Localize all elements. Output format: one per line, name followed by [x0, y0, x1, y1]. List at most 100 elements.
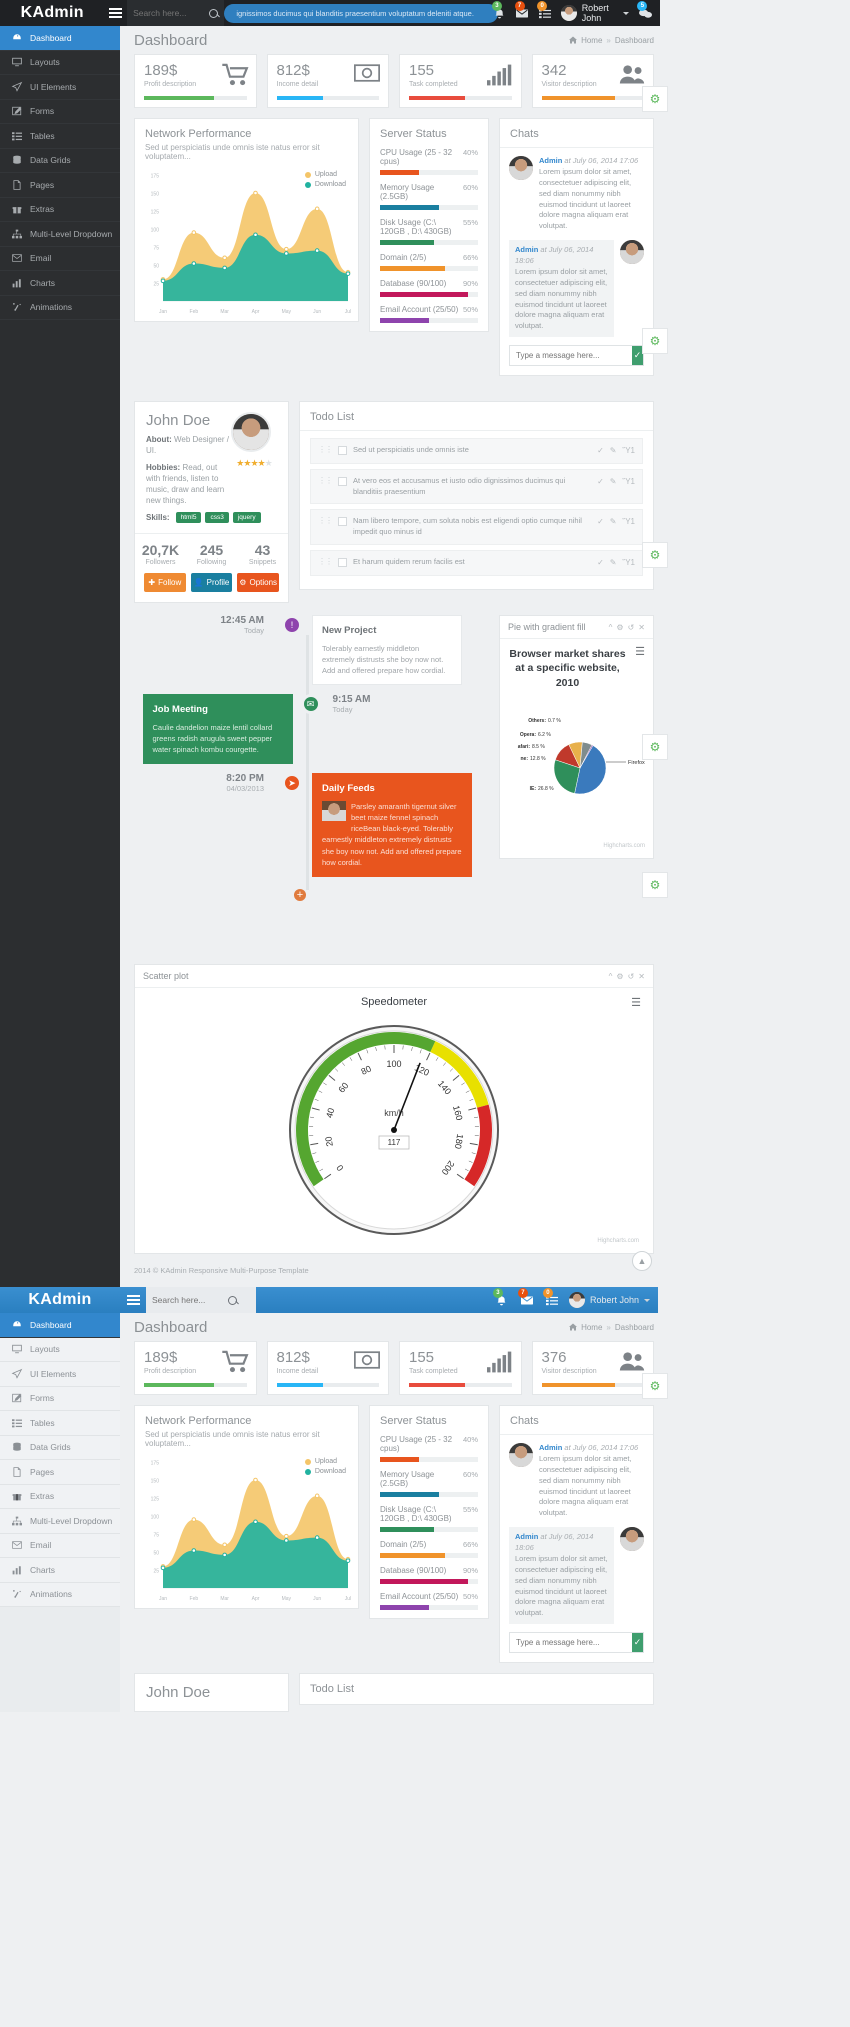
sidebar-item-tables[interactable]: Tables [0, 1411, 120, 1436]
edit-icon[interactable]: ✎ [610, 445, 617, 457]
stat-card[interactable]: 342 Visitor description [531, 54, 654, 108]
check-icon[interactable]: ✓ [597, 557, 604, 569]
trash-icon[interactable]: Ὕ1 [622, 445, 635, 457]
sidebar-item-dashboard[interactable]: Dashboard [0, 1313, 120, 1338]
refresh-icon[interactable]: ↺ [628, 623, 635, 632]
sidebar-item-multi-level-dropdown[interactable]: Multi-Level Dropdown [0, 222, 120, 247]
settings-icon[interactable]: ⚙ [616, 972, 623, 981]
check-icon[interactable]: ✓ [597, 445, 604, 457]
notifications-bell-button-secondary[interactable]: 3 [492, 1288, 510, 1308]
todo-item[interactable]: ⋮⋮ At vero eos et accusamus et iusto odio… [310, 468, 643, 505]
sidebar-item-tables[interactable]: Tables [0, 124, 120, 149]
stat-card[interactable]: 189$ Profit description [134, 54, 257, 108]
close-icon[interactable]: ✕ [638, 623, 645, 632]
breadcrumb-home[interactable]: Home [581, 1323, 602, 1332]
collapse-icon[interactable]: ^ [609, 972, 613, 981]
edit-icon[interactable]: ✎ [610, 476, 617, 488]
drag-handle-icon[interactable]: ⋮⋮ [318, 476, 333, 485]
settings-icon[interactable]: ⚙ [616, 623, 623, 632]
breadcrumb-home[interactable]: Home [581, 36, 602, 45]
user-menu-secondary[interactable]: Robert John [568, 1292, 650, 1308]
stat-card[interactable]: 812$ Income detail [266, 1341, 389, 1395]
user-menu[interactable]: Robert John [560, 3, 630, 23]
sidebar-item-data-grids[interactable]: Data Grids [0, 1435, 120, 1460]
hamburger-menu-icon[interactable]: ☰ [631, 998, 641, 1009]
chat-message-input[interactable] [510, 1633, 632, 1653]
brand-logo-secondary[interactable]: KAdmin [0, 1291, 120, 1309]
collapse-icon[interactable]: ^ [609, 623, 613, 632]
chat-input-group-secondary[interactable]: ✓ [509, 1632, 644, 1654]
sidebar-item-dashboard[interactable]: Dashboard [0, 26, 120, 51]
todo-item[interactable]: ⋮⋮ Sed ut perspiciatis unde omnis iste ✓ ✎ Ὕ… [310, 438, 643, 464]
theme-settings-gear-scatter[interactable]: ⚙ [642, 872, 668, 898]
sidebar-item-data-grids[interactable]: Data Grids [0, 149, 120, 173]
sidebar-toggle-button[interactable] [104, 8, 127, 18]
notifications-bell-button[interactable]: 3 [491, 1, 507, 21]
sidebar-item-pages[interactable]: Pages [0, 1460, 120, 1485]
search-icon[interactable] [228, 1295, 237, 1305]
todo-checkbox[interactable] [338, 558, 347, 568]
sidebar-item-email[interactable]: Email [0, 1533, 120, 1558]
trash-icon[interactable]: Ὕ1 [622, 476, 635, 488]
chat-input-group[interactable]: ✓ [509, 345, 644, 367]
todo-checkbox[interactable] [338, 517, 347, 527]
options-button[interactable]: ⚙ Options [237, 573, 280, 593]
search-box[interactable] [127, 0, 225, 26]
check-icon[interactable]: ✓ [597, 476, 604, 488]
stat-card[interactable]: 812$ Income detail [266, 54, 389, 108]
sidebar-item-layouts[interactable]: Layouts [0, 1337, 120, 1362]
scroll-to-top-button[interactable]: ▲ [632, 1251, 652, 1271]
search-input[interactable] [133, 8, 206, 18]
theme-settings-gear-top[interactable]: ⚙ [642, 86, 668, 112]
todo-item[interactable]: ⋮⋮ Nam libero tempore, cum soluta nobis e… [310, 509, 643, 546]
sidebar-item-multi-level-dropdown[interactable]: Multi-Level Dropdown [0, 1509, 120, 1534]
theme-settings-gear-timeline[interactable]: ⚙ [642, 734, 668, 760]
close-icon[interactable]: ✕ [638, 972, 645, 981]
stat-card[interactable]: 155 Task completed [399, 1341, 522, 1395]
sidebar-item-charts[interactable]: Charts [0, 271, 120, 296]
tasks-button[interactable]: 0 [537, 1, 552, 21]
hamburger-menu-icon[interactable]: ☰ [635, 647, 645, 658]
chat-message-input[interactable] [510, 346, 632, 366]
theme-settings-gear-panels[interactable]: ⚙ [642, 328, 668, 354]
sidebar-item-email[interactable]: Email [0, 247, 120, 271]
sidebar-item-extras[interactable]: Extras [0, 198, 120, 222]
theme-settings-gear-profile[interactable]: ⚙ [642, 542, 668, 568]
sidebar-item-forms[interactable]: Forms [0, 1386, 120, 1411]
sidebar-item-ui-elements[interactable]: UI Elements [0, 1362, 120, 1387]
profile-button[interactable]: 👤 Profile [190, 573, 233, 593]
sidebar-item-ui-elements[interactable]: UI Elements [0, 75, 120, 100]
search-icon[interactable] [209, 8, 219, 18]
todo-checkbox[interactable] [338, 476, 347, 486]
edit-icon[interactable]: ✎ [610, 557, 617, 569]
sidebar-item-animations[interactable]: Animations [0, 296, 120, 320]
drag-handle-icon[interactable]: ⋮⋮ [318, 445, 333, 454]
todo-item[interactable]: ⋮⋮ Et harum quidem rerum facilis est ✓ ✎ Ὕ1 [310, 550, 643, 576]
check-icon[interactable]: ✓ [597, 516, 604, 528]
brand-logo[interactable]: KAdmin [0, 4, 104, 22]
theme-settings-gear-secondary[interactable]: ⚙ [642, 1373, 668, 1399]
refresh-icon[interactable]: ↺ [628, 972, 635, 981]
search-box-secondary[interactable] [146, 1287, 256, 1313]
sidebar-item-animations[interactable]: Animations [0, 1582, 120, 1607]
edit-icon[interactable]: ✎ [610, 516, 617, 528]
sidebar-item-forms[interactable]: Forms [0, 100, 120, 124]
stat-card[interactable]: 376 Visitor description [531, 1341, 654, 1395]
chat-send-button[interactable]: ✓ [632, 1633, 643, 1653]
messages-button[interactable]: 7 [514, 1, 530, 21]
sidebar-item-charts[interactable]: Charts [0, 1558, 120, 1583]
follow-button[interactable]: ✚ Follow [144, 573, 186, 593]
tasks-button-secondary[interactable]: 0 [542, 1288, 560, 1308]
drag-handle-icon[interactable]: ⋮⋮ [318, 516, 333, 525]
chat-button[interactable]: 5 [637, 1, 652, 21]
trash-icon[interactable]: Ὕ1 [622, 557, 635, 569]
search-input-secondary[interactable] [152, 1295, 224, 1305]
sidebar-item-pages[interactable]: Pages [0, 173, 120, 198]
messages-button-secondary[interactable]: 7 [517, 1288, 535, 1308]
sidebar-item-extras[interactable]: Extras [0, 1484, 120, 1509]
stat-card[interactable]: 189$ Profit description [134, 1341, 257, 1395]
drag-handle-icon[interactable]: ⋮⋮ [318, 557, 333, 566]
stat-card[interactable]: 155 Task completed [399, 54, 522, 108]
sidebar-toggle-button-secondary[interactable] [120, 1295, 146, 1305]
notification-ticker[interactable]: ignissimos ducimus qui blanditis praesen… [224, 3, 498, 23]
